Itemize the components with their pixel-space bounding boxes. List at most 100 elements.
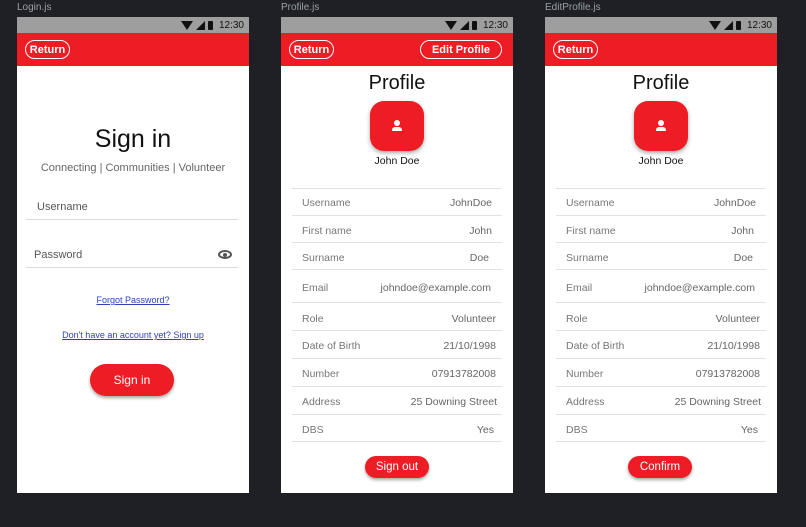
page-title: Profile	[368, 72, 426, 94]
profile-row-date-of-birth: Date of Birth 21/10/1998	[292, 330, 502, 358]
row-value[interactable]: John	[731, 225, 754, 237]
frame-label-profile: Profile.js	[281, 2, 320, 13]
row-value[interactable]: Doe	[734, 252, 753, 264]
person-icon	[391, 120, 403, 132]
status-bar: 12:30	[545, 17, 777, 33]
return-button[interactable]: Return	[289, 40, 334, 59]
status-time: 12:30	[218, 19, 244, 31]
app-bar: Return Edit Profile	[281, 33, 513, 66]
signup-link[interactable]: Don't have an account yet? Sign up	[17, 330, 249, 340]
edit-row-first-name[interactable]: First name John	[556, 215, 766, 242]
edit-row-email[interactable]: Email johndoe@example.com	[556, 269, 766, 302]
row-label: Role	[566, 313, 588, 325]
row-label: Surname	[302, 252, 345, 264]
edit-row-dbs[interactable]: DBS Yes	[556, 414, 766, 442]
row-label: Surname	[566, 252, 609, 264]
row-value[interactable]: johndoe@example.com	[645, 282, 755, 294]
row-label: Date of Birth	[302, 340, 361, 352]
profile-row-surname: Surname Doe	[292, 242, 502, 269]
confirm-button[interactable]: Confirm	[628, 456, 692, 478]
row-value: John	[469, 225, 492, 237]
signin-button[interactable]: Sign in	[90, 364, 174, 396]
page-title: Sign in	[94, 125, 172, 153]
profile-name: John Doe	[638, 155, 684, 167]
row-value[interactable]: 25 Downing Street	[675, 396, 761, 408]
profile-row-first-name: First name John	[292, 215, 502, 242]
edit-row-number[interactable]: Number 07913782008	[556, 358, 766, 386]
forgot-password-link[interactable]: Forgot Password?	[17, 295, 249, 305]
row-value: Yes	[476, 424, 494, 436]
app-bar: Return	[545, 33, 777, 66]
signal-icon	[723, 20, 733, 30]
avatar	[370, 101, 424, 151]
page-title: Profile	[632, 72, 690, 94]
wifi-icon	[180, 21, 193, 30]
person-icon	[655, 120, 667, 132]
row-label: Username	[302, 197, 351, 209]
avatar[interactable]	[634, 101, 688, 151]
row-label: DBS	[566, 424, 588, 436]
status-bar: 12:30	[17, 17, 249, 33]
tagline: Connecting | Communities | Volunteer	[40, 162, 226, 174]
profile-info-list: Username JohnDoe First name John Surname…	[292, 188, 502, 442]
profile-row-email: Email johndoe@example.com	[292, 269, 502, 302]
row-label: Address	[302, 396, 341, 408]
return-button[interactable]: Return	[553, 40, 598, 59]
profile-name: John Doe	[374, 155, 420, 167]
row-value[interactable]: 21/10/1998	[707, 340, 760, 352]
edit-row-role[interactable]: Role Volunteer	[556, 302, 766, 330]
row-label: Role	[302, 313, 324, 325]
row-label: First name	[566, 225, 616, 237]
row-value: 07913782008	[431, 368, 496, 380]
row-label: Number	[302, 368, 340, 380]
signal-icon	[195, 20, 205, 30]
frame-label-login: Login.js	[17, 2, 52, 13]
profile-row-number: Number 07913782008	[292, 358, 502, 386]
row-label: Email	[566, 282, 593, 294]
row-label: Email	[302, 282, 329, 294]
profile-row-address: Address 25 Downing Street	[292, 386, 502, 414]
row-value: Doe	[469, 252, 489, 264]
eye-icon[interactable]	[218, 250, 232, 259]
row-value: JohnDoe	[449, 197, 492, 209]
frame-label-edit-profile: EditProfile.js	[545, 2, 601, 13]
signout-button[interactable]: Sign out	[365, 456, 429, 478]
status-time: 12:30	[746, 19, 772, 31]
wifi-icon	[708, 21, 721, 30]
battery-icon	[471, 20, 477, 30]
edit-profile-button[interactable]: Edit Profile	[420, 40, 502, 59]
edit-row-username[interactable]: Username JohnDoe	[556, 188, 766, 215]
status-time: 12:30	[482, 19, 508, 31]
password-placeholder: Password	[34, 248, 83, 261]
row-label: DBS	[302, 424, 324, 436]
edit-profile-info-list: Username JohnDoe First name John Surname…	[556, 188, 766, 442]
edit-row-surname[interactable]: Surname Doe	[556, 242, 766, 269]
signal-icon	[459, 20, 469, 30]
row-label: First name	[302, 225, 352, 237]
username-field[interactable]: Username	[26, 194, 238, 220]
profile-row-username: Username JohnDoe	[292, 188, 502, 215]
username-placeholder: Username	[37, 200, 88, 213]
row-value[interactable]: Volunteer	[716, 313, 760, 325]
battery-icon	[207, 20, 213, 30]
status-bar: 12:30	[281, 17, 513, 33]
profile-row-role: Role Volunteer	[292, 302, 502, 330]
row-value[interactable]: JohnDoe	[714, 197, 756, 209]
row-label: Address	[566, 396, 605, 408]
edit-row-address[interactable]: Address 25 Downing Street	[556, 386, 766, 414]
row-value[interactable]: 07913782008	[696, 368, 760, 380]
battery-icon	[735, 20, 741, 30]
app-bar: Return	[17, 33, 249, 66]
password-field[interactable]: Password	[26, 242, 238, 268]
edit-profile-screen: 12:30 Return Profile John Doe Username J…	[545, 17, 777, 493]
row-value: 21/10/1998	[443, 340, 496, 352]
row-value[interactable]: Yes	[741, 424, 758, 436]
row-label: Username	[566, 197, 615, 209]
login-screen: 12:30 Return Sign in Connecting | Commun…	[17, 17, 249, 493]
profile-row-dbs: DBS Yes	[292, 414, 502, 442]
return-button[interactable]: Return	[25, 40, 70, 59]
wifi-icon	[444, 21, 457, 30]
row-label: Number	[566, 368, 604, 380]
row-value: johndoe@example.com	[380, 282, 491, 294]
edit-row-date-of-birth[interactable]: Date of Birth 21/10/1998	[556, 330, 766, 358]
